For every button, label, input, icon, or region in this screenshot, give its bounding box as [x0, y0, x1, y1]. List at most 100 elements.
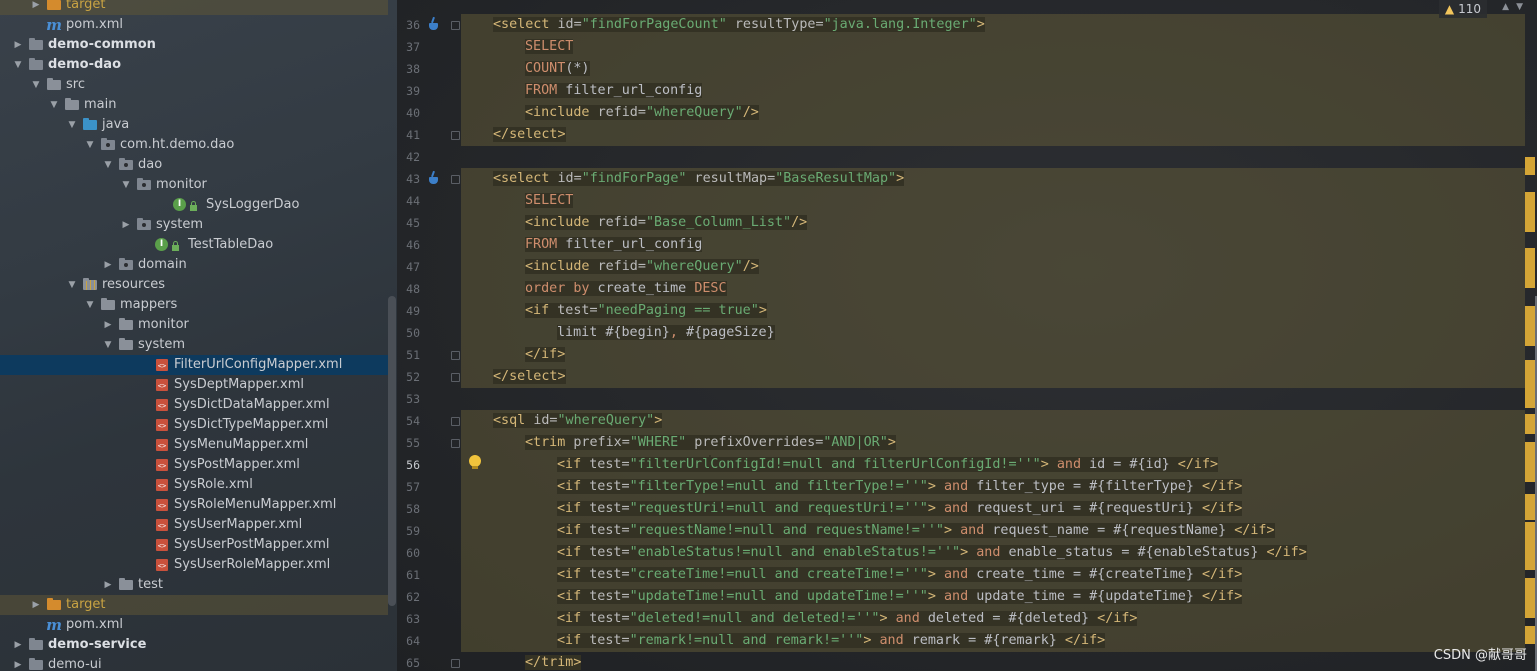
chevron-down-icon[interactable]: ▼	[84, 295, 96, 315]
stripe-mark[interactable]	[1525, 157, 1535, 175]
code-line[interactable]: <if test="filterType!=null and filterTyp…	[557, 476, 1243, 498]
tree-item[interactable]: ▼ monitor	[0, 175, 388, 195]
tree-item[interactable]: ▶ target	[0, 0, 388, 15]
fold-marker-icon[interactable]	[451, 175, 460, 184]
code-line[interactable]: FROM filter_url_config	[525, 234, 703, 256]
fold-marker-icon[interactable]	[451, 21, 460, 30]
code-line[interactable]: COUNT(*)	[525, 58, 590, 80]
code-line[interactable]: <trim prefix="WHERE" prefixOverrides="AN…	[525, 432, 896, 454]
code-line[interactable]: limit #{begin}, #{pageSize}	[557, 322, 775, 344]
tree-item[interactable]: FilterUrlConfigMapper.xml	[0, 355, 388, 375]
tree-item[interactable]: ▶ demo-common	[0, 35, 388, 55]
chevron-right-icon[interactable]: ▶	[102, 575, 114, 595]
code-line[interactable]: </select>	[493, 366, 566, 388]
chevron-down-icon[interactable]: ▼	[30, 75, 42, 95]
code-line[interactable]: <if test="enableStatus!=null and enableS…	[557, 542, 1307, 564]
chevron-right-icon[interactable]: ▶	[120, 215, 132, 235]
code-line[interactable]: order by create_time DESC	[525, 278, 727, 300]
code-line[interactable]: </if>	[525, 344, 566, 366]
tree-item[interactable]: SysMenuMapper.xml	[0, 435, 388, 455]
stripe-mark[interactable]	[1525, 494, 1535, 520]
code-line[interactable]: <include refid="whereQuery"/>	[525, 102, 759, 124]
fold-marker-icon[interactable]	[451, 659, 460, 668]
tree-item[interactable]: ▼ demo-dao	[0, 55, 388, 75]
code-line[interactable]: <sql id="whereQuery">	[493, 410, 663, 432]
chevron-down-icon[interactable]: ▼	[102, 335, 114, 355]
stripe-mark[interactable]	[1525, 360, 1535, 408]
tree-item[interactable]: SysDictTypeMapper.xml	[0, 415, 388, 435]
fold-marker-icon[interactable]	[451, 417, 460, 426]
code-line[interactable]: <if test="filterUrlConfigId!=null and fi…	[557, 454, 1219, 476]
tree-item[interactable]: m pom.xml	[0, 15, 388, 35]
tree-item[interactable]: ▶ demo-service	[0, 635, 388, 655]
tree-item[interactable]: SysUserPostMapper.xml	[0, 535, 388, 555]
tree-item[interactable]: SysDeptMapper.xml	[0, 375, 388, 395]
tree-item[interactable]: ▼ com.ht.demo.dao	[0, 135, 388, 155]
chevron-down-icon[interactable]: ▼	[66, 275, 78, 295]
code-line[interactable]: </trim>	[525, 652, 582, 671]
chevron-down-icon[interactable]: ▼	[102, 155, 114, 175]
tree-item[interactable]: ▼ main	[0, 95, 388, 115]
stripe-mark[interactable]	[1525, 248, 1535, 288]
chevron-right-icon[interactable]: ▶	[102, 255, 114, 275]
chevron-right-icon[interactable]: ▶	[102, 315, 114, 335]
tree-item[interactable]: SysUserMapper.xml	[0, 515, 388, 535]
chevron-down-icon[interactable]: ▼	[48, 95, 60, 115]
tree-item[interactable]: ▶ domain	[0, 255, 388, 275]
chevron-right-icon[interactable]: ▶	[30, 595, 42, 615]
inspection-widget[interactable]: ▲ 110	[1438, 0, 1487, 18]
editor-gutter[interactable]: 36 37 38 39 40 41 42 43 44 45 46 47 48 49 50 51 52 53 54 55…	[397, 0, 481, 671]
code-line[interactable]: </select>	[493, 124, 566, 146]
tree-item[interactable]: ▼ java	[0, 115, 388, 135]
code-line[interactable]: <if test="remark!=null and remark!=''"> …	[557, 630, 1106, 652]
chevron-down-icon[interactable]: ▼	[66, 115, 78, 135]
code-line[interactable]: SELECT	[525, 190, 574, 212]
lightbulb-icon[interactable]	[469, 455, 481, 469]
chevron-right-icon[interactable]: ▶	[12, 635, 24, 655]
fold-marker-icon[interactable]	[451, 351, 460, 360]
tree-item[interactable]: ▶ test	[0, 575, 388, 595]
tree-item[interactable]: ▶ monitor	[0, 315, 388, 335]
code-line[interactable]: <if test="requestName!=null and requestN…	[557, 520, 1275, 542]
stripe-mark[interactable]	[1525, 626, 1535, 644]
code-editor[interactable]: 36 37 38 39 40 41 42 43 44 45 46 47 48 49 50 51 52 53 54 55…	[397, 0, 1537, 671]
stripe-mark[interactable]	[1525, 192, 1535, 232]
code-line[interactable]: FROM filter_url_config	[525, 80, 703, 102]
chevron-right-icon[interactable]: ▶	[12, 655, 24, 671]
code-line[interactable]: <include refid="Base_Column_List"/>	[525, 212, 808, 234]
chevron-down-icon[interactable]: ▼	[84, 135, 96, 155]
mapper-navigation-icon[interactable]	[427, 17, 439, 31]
code-line[interactable]: <include refid="whereQuery"/>	[525, 256, 759, 278]
fold-marker-icon[interactable]	[451, 373, 460, 382]
code-line[interactable]: <if test="needPaging == true">	[525, 300, 767, 322]
code-line[interactable]: <if test="updateTime!=null and updateTim…	[557, 586, 1243, 608]
stripe-mark[interactable]	[1525, 578, 1535, 618]
tree-item[interactable]: SysRoleMenuMapper.xml	[0, 495, 388, 515]
tree-item[interactable]: m pom.xml	[0, 615, 388, 635]
code-line[interactable]: SELECT	[525, 36, 574, 58]
tree-item[interactable]: SysPostMapper.xml	[0, 455, 388, 475]
tree-item[interactable]: SysLoggerDao	[0, 195, 388, 215]
project-tree-panel[interactable]: ▶ target m pom.xml ▶ demo-common ▼ demo-dao ▼ src…	[0, 0, 397, 671]
stripe-mark[interactable]	[1525, 414, 1535, 434]
chevron-down-icon[interactable]: ▼	[120, 175, 132, 195]
stripe-mark[interactable]	[1525, 306, 1535, 346]
chevron-up-icon[interactable]: ▲	[1502, 2, 1509, 12]
fold-marker-icon[interactable]	[451, 439, 460, 448]
stripe-mark[interactable]	[1525, 442, 1535, 482]
code-line[interactable]: <select id="findForPageCount" resultType…	[493, 14, 985, 36]
code-line[interactable]: <select id="findForPage" resultMap="Base…	[493, 168, 905, 190]
tree-item[interactable]: ▼ mappers	[0, 295, 388, 315]
code-line[interactable]: <if test="createTime!=null and createTim…	[557, 564, 1243, 586]
code-line[interactable]: <if test="deleted!=null and deleted!=''"…	[557, 608, 1138, 630]
tree-item[interactable]: ▶ system	[0, 215, 388, 235]
tree-scrollbar[interactable]	[388, 296, 396, 606]
stripe-mark[interactable]	[1525, 522, 1535, 570]
code-line[interactable]: <if test="requestUri!=null and requestUr…	[557, 498, 1243, 520]
chevron-right-icon[interactable]: ▶	[12, 35, 24, 55]
tree-item[interactable]: SysDictDataMapper.xml	[0, 395, 388, 415]
tree-item[interactable]: ▶ demo-ui	[0, 655, 388, 671]
fold-marker-icon[interactable]	[451, 131, 460, 140]
tree-item[interactable]: ▼ dao	[0, 155, 388, 175]
tree-item[interactable]: ▼ src	[0, 75, 388, 95]
